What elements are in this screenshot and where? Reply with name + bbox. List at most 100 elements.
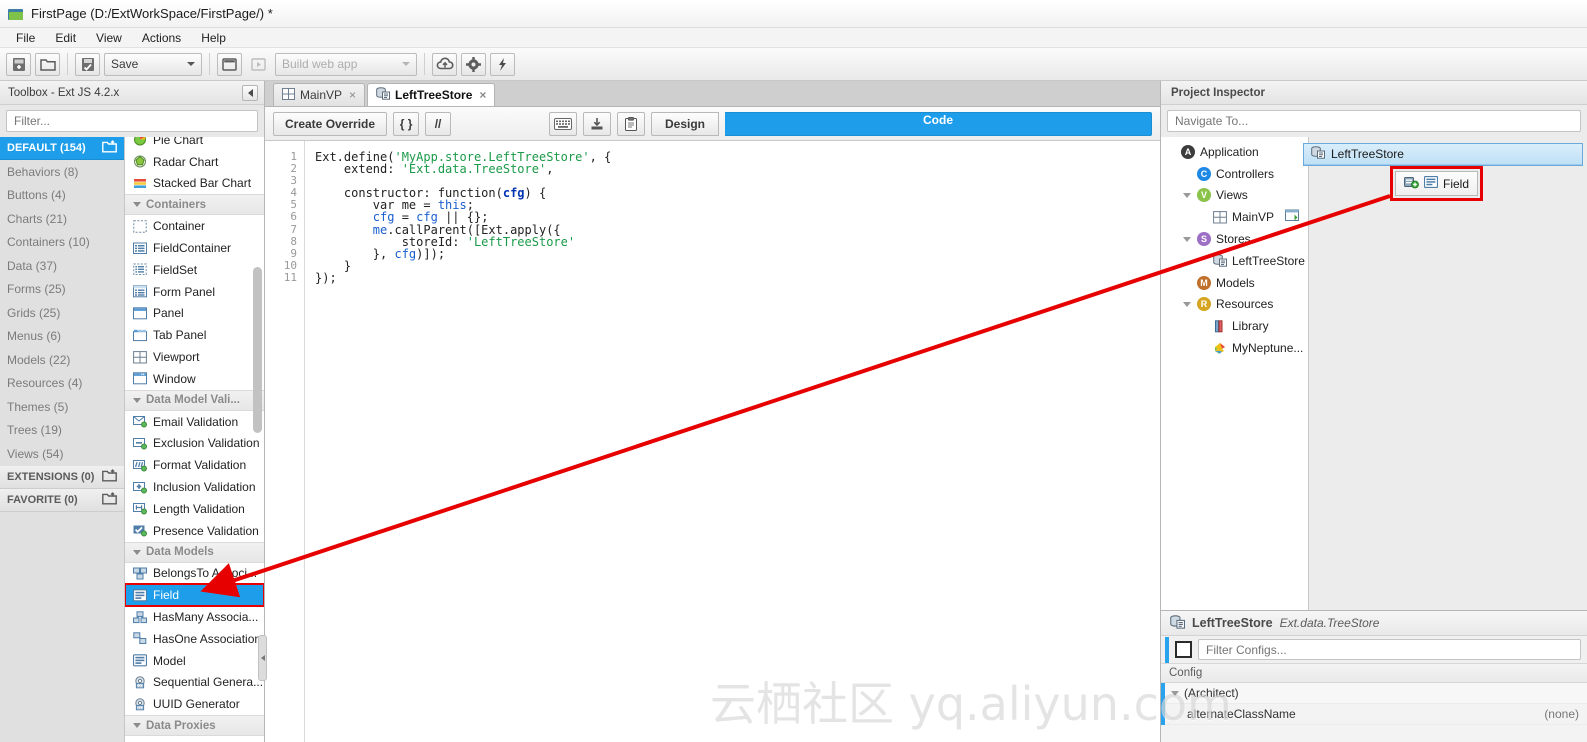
canvas-node-header[interactable]: LeftTreeStore [1304, 144, 1582, 165]
chevron-down-icon[interactable] [1181, 236, 1192, 242]
toolbox-component-panel[interactable]: Panel [125, 303, 264, 325]
config-row-architect[interactable]: (Architect) [1161, 682, 1587, 704]
tab-lefttreestore[interactable]: LeftTreeStore × [367, 83, 496, 106]
inspector-node-application[interactable]: A Application [1161, 141, 1308, 163]
canvas-node-lefttreestore[interactable]: LeftTreeStore [1303, 143, 1583, 166]
config-select-checkbox[interactable] [1175, 641, 1192, 658]
menu-actions[interactable]: Actions [132, 29, 191, 47]
toolbox-category-data-37[interactable]: Data (37) [0, 254, 124, 278]
code-content[interactable]: Ext.define('MyApp.store.LeftTreeStore', … [305, 141, 611, 742]
save-icon[interactable] [75, 52, 100, 76]
toolbox-component-viewport[interactable]: Viewport [125, 346, 264, 368]
toolbox-category-themes-5[interactable]: Themes (5) [0, 395, 124, 419]
code-editor[interactable]: 1 2 3 4 5 6 7 8 9 10 11 Ext.define('MyApp.store.Le… [265, 141, 1160, 742]
toolbox-component-radar-chart[interactable]: Radar Chart [125, 151, 264, 173]
toolbox-component-uuid-generator[interactable]: 312 UUID Generator [125, 693, 264, 715]
settings-gear-icon[interactable] [461, 52, 486, 76]
tab-mainvp[interactable]: MainVP × [273, 83, 366, 106]
toolbox-component-sequential-genera[interactable]: 123 Sequential Genera... [125, 672, 264, 694]
folder-open-icon[interactable] [102, 140, 117, 156]
menu-edit[interactable]: Edit [45, 29, 86, 47]
toolbox-category-grids-25[interactable]: Grids (25) [0, 301, 124, 325]
toolbox-category-containers-10[interactable]: Containers (10) [0, 231, 124, 255]
create-override-button[interactable]: Create Override [273, 111, 388, 136]
toolbox-component-container[interactable]: Container [125, 215, 264, 237]
toolbox-component-hasone-association[interactable]: HasOne Association [125, 628, 264, 650]
toolbox-group-data-model-vali[interactable]: Data Model Vali... [125, 389, 264, 411]
toolbox-component-email-validation[interactable]: Email Validation [125, 411, 264, 433]
save-dropdown[interactable]: Save [104, 52, 202, 76]
toolbox-category-forms-25[interactable]: Forms (25) [0, 278, 124, 302]
chevron-down-icon[interactable] [1171, 690, 1179, 696]
toolbox-category-resources-4[interactable]: Resources (4) [0, 372, 124, 396]
toolbox-group-data-proxies[interactable]: Data Proxies [125, 715, 264, 737]
preview-window-icon[interactable] [217, 52, 242, 76]
menu-view[interactable]: View [86, 29, 132, 47]
menu-file[interactable]: File [6, 29, 45, 47]
toolbox-component-presence-validation[interactable]: Presence Validation [125, 520, 264, 542]
close-icon[interactable]: × [349, 88, 356, 102]
toolbox-component-form-panel[interactable]: Form Panel [125, 281, 264, 303]
toolbox-component-fieldcontainer[interactable]: FieldContainer [125, 237, 264, 259]
toolbox-component-field[interactable]: Field [125, 583, 264, 608]
toolbox-component-hasmany-associa[interactable]: HasMany Associa... [125, 606, 264, 628]
toolbox-group-data-models[interactable]: Data Models [125, 541, 264, 563]
inspector-node-library[interactable]: Library [1161, 315, 1308, 337]
toolbox-component-exclusion-validation[interactable]: Exclusion Validation [125, 433, 264, 455]
inspector-node-resources[interactable]: R Resources [1161, 294, 1308, 316]
inspector-node-mainvp[interactable]: MainVP [1161, 206, 1308, 228]
build-web-app-dropdown[interactable]: Build web app [275, 52, 417, 76]
toolbox-component-tab-panel[interactable]: Tab Panel [125, 324, 264, 346]
toolbox-category-default-154[interactable]: DEFAULT (154) [0, 137, 124, 160]
lightning-icon[interactable] [490, 52, 515, 76]
inspector-node-controllers[interactable]: C Controllers [1161, 163, 1308, 185]
toolbox-collapse-handle[interactable] [258, 635, 267, 681]
clipboard-icon[interactable] [616, 111, 645, 136]
filter-configs-input[interactable] [1198, 639, 1581, 660]
toolbox-component-stacked-bar-chart[interactable]: Stacked Bar Chart [125, 173, 264, 195]
collapse-toolbox-button[interactable] [242, 84, 258, 101]
toolbox-group-containers[interactable]: Containers [125, 194, 264, 216]
folder-add-icon[interactable] [102, 491, 117, 508]
run-icon[interactable] [246, 53, 271, 76]
toolbox-category-trees-19[interactable]: Trees (19) [0, 419, 124, 443]
inspector-node-stores[interactable]: S Stores [1161, 228, 1308, 250]
toolbox-component-window[interactable]: Window [125, 368, 264, 390]
toolbox-category-extensions-0[interactable]: EXTENSIONS (0) [0, 465, 124, 489]
toolbox-category-charts-21[interactable]: Charts (21) [0, 207, 124, 231]
folder-open-icon[interactable] [102, 468, 117, 485]
toolbox-category-buttons-4[interactable]: Buttons (4) [0, 184, 124, 208]
toolbox-scrollbar[interactable] [253, 267, 262, 433]
toolbox-category-models-22[interactable]: Models (22) [0, 348, 124, 372]
toolbox-category-menus-6[interactable]: Menus (6) [0, 325, 124, 349]
close-icon[interactable]: × [479, 88, 486, 102]
chevron-down-icon[interactable] [1181, 301, 1192, 307]
chevron-down-icon[interactable] [1181, 192, 1192, 198]
toolbox-component-format-validation[interactable]: Format Validation [125, 454, 264, 476]
toolbox-filter-input[interactable] [6, 110, 258, 132]
toolbox-component-pie-chart[interactable]: Pie Chart [125, 137, 264, 151]
toolbox-category-views-54[interactable]: Views (54) [0, 442, 124, 466]
toolbox-category-behaviors-8[interactable]: Behaviors (8) [0, 160, 124, 184]
config-row-alternateclassname[interactable]: alternateClassName (none) [1161, 703, 1587, 725]
design-view-button[interactable]: Design [650, 111, 719, 136]
new-project-icon[interactable] [6, 52, 31, 76]
navigate-to-input[interactable] [1167, 110, 1581, 132]
deploy-cloud-icon[interactable] [432, 52, 457, 76]
toolbox-category-favorite-0[interactable]: FAVORITE (0) [0, 488, 124, 512]
inspector-node-models[interactable]: M Models [1161, 272, 1308, 294]
design-icon[interactable] [1285, 209, 1300, 225]
toggle-comment-button[interactable]: // [425, 111, 452, 136]
toolbox-component-belongsto-associ[interactable]: BelongsTo Associ... [125, 563, 264, 585]
code-view-button[interactable]: Code [725, 111, 1152, 136]
format-braces-button[interactable]: { } [393, 111, 420, 136]
canvas-node-field[interactable]: Field [1389, 166, 1484, 201]
inspector-node-lefttreestore[interactable]: LeftTreeStore [1161, 250, 1329, 272]
export-icon[interactable] [582, 111, 611, 136]
keyboard-icon[interactable] [548, 111, 577, 136]
toolbox-component-fieldset[interactable]: FieldSet [125, 259, 264, 281]
inspector-node-views[interactable]: V Views [1161, 185, 1308, 207]
toolbox-component-model[interactable]: Model [125, 650, 264, 672]
inspector-node-myneptune[interactable]: MyNeptune... [1161, 337, 1327, 359]
open-project-icon[interactable] [35, 52, 60, 76]
